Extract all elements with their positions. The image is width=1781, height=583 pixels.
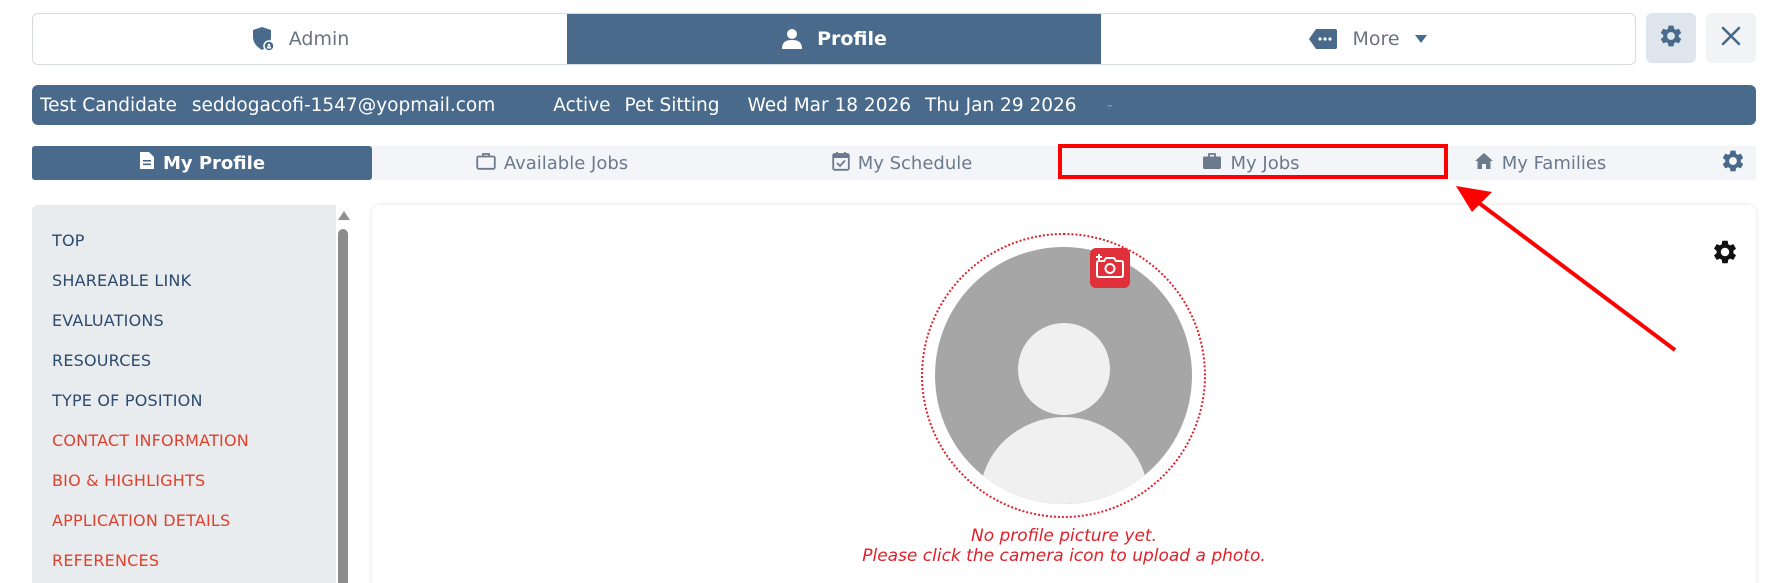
sidebar-item-type-of-position[interactable]: TYPE OF POSITION [32, 383, 336, 423]
home-icon [1474, 152, 1494, 175]
sidebar-item-resources[interactable]: RESOURCES [32, 343, 336, 383]
tag-icon [1308, 28, 1338, 50]
sidebar-item-application-details[interactable]: APPLICATION DETAILS [32, 503, 336, 543]
tab-my-schedule[interactable]: My Schedule [732, 146, 1072, 180]
settings-button[interactable] [1646, 13, 1696, 63]
tab-my-jobs[interactable]: My Jobs [1072, 146, 1430, 180]
upload-photo-button[interactable] [1090, 248, 1130, 288]
scroll-thumb[interactable] [338, 229, 348, 583]
briefcase-icon [1202, 152, 1222, 175]
gear-icon [1720, 148, 1746, 179]
candidate-date-1: Wed Mar 18 2026 [747, 94, 912, 116]
candidate-dash: - [1106, 94, 1114, 116]
tab-available-jobs[interactable]: Available Jobs [372, 146, 732, 180]
sidebar-item-contact-information[interactable]: CONTACT INFORMATION [32, 423, 336, 463]
tab-more[interactable]: More [1101, 14, 1635, 64]
caret-down-icon [1414, 34, 1428, 44]
sidebar-item-top[interactable]: TOP [32, 223, 336, 263]
tab-my-jobs-label: My Jobs [1230, 152, 1300, 174]
candidate-info-bar: Test Candidate seddogacofi-1547@yopmail.… [32, 85, 1756, 125]
sidebar-scrollbar[interactable] [336, 205, 350, 583]
gear-icon [1658, 23, 1684, 53]
briefcase-outline-icon [476, 152, 496, 175]
camera-plus-icon [1095, 253, 1125, 283]
tab-admin-label: Admin [288, 28, 350, 50]
top-tab-bar: Admin Profile More [32, 13, 1636, 65]
scroll-up-arrow-icon[interactable] [338, 211, 350, 220]
profile-picture-frame [921, 233, 1206, 518]
avatar-body-shape [980, 417, 1148, 504]
sidebar-item-references[interactable]: REFERENCES [32, 543, 336, 583]
tab-my-profile[interactable]: My Profile [32, 146, 372, 180]
shield-icon [251, 26, 275, 52]
calendar-check-icon [831, 151, 850, 176]
sidebar-item-bio-highlights[interactable]: BIO & HIGHLIGHTS [32, 463, 336, 503]
sidebar-item-evaluations[interactable]: EVALUATIONS [32, 303, 336, 343]
document-icon [139, 151, 155, 175]
tab-my-families-label: My Families [1501, 152, 1607, 174]
avatar-head-shape [1018, 323, 1110, 415]
avatar-placeholder [935, 247, 1192, 504]
user-icon [781, 28, 803, 50]
sub-nav-settings-button[interactable] [1650, 146, 1756, 180]
tab-profile[interactable]: Profile [567, 14, 1101, 64]
profile-sub-nav: My Profile Available Jobs My Schedule My… [32, 146, 1756, 180]
card-settings-button[interactable] [1711, 238, 1739, 270]
candidate-date-2: Thu Jan 29 2026 [925, 94, 1077, 116]
no-picture-message: No profile picture yet. [970, 526, 1157, 546]
close-button[interactable] [1706, 13, 1756, 63]
candidate-email: seddogacofi-1547@yopmail.com [191, 94, 496, 116]
tab-my-schedule-label: My Schedule [857, 152, 973, 174]
gear-icon [1711, 240, 1739, 270]
close-icon [1721, 26, 1741, 50]
candidate-service: Pet Sitting [624, 94, 720, 116]
candidate-name: Test Candidate [40, 94, 177, 116]
tab-profile-label: Profile [817, 28, 887, 50]
tab-admin[interactable]: Admin [33, 14, 567, 64]
tab-available-jobs-label: Available Jobs [503, 152, 629, 174]
candidate-status: Active [553, 94, 611, 116]
upload-instruction-message: Please click the camera icon to upload a… [862, 546, 1266, 566]
tab-my-profile-label: My Profile [162, 152, 266, 174]
profile-section-sidebar: TOP SHAREABLE LINK EVALUATIONS RESOURCES… [32, 205, 336, 583]
tab-more-label: More [1352, 28, 1400, 50]
sidebar-item-shareable-link[interactable]: SHAREABLE LINK [32, 263, 336, 303]
tab-my-families[interactable]: My Families [1430, 146, 1650, 180]
